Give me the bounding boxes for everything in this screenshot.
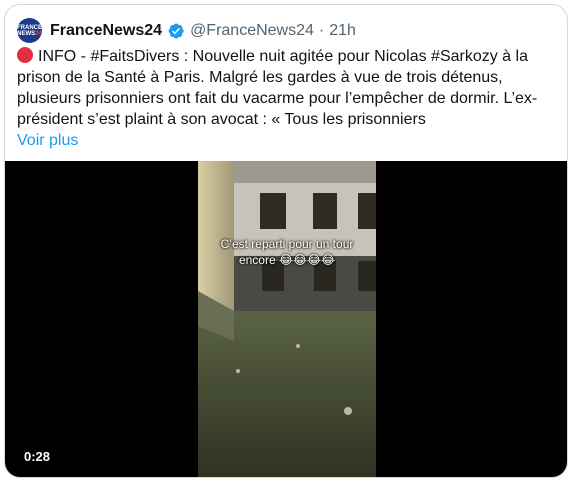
tweet-timestamp[interactable]: 21h bbox=[329, 21, 356, 41]
tweet-body: INFO - #FaitsDivers : Nouvelle nuit agit… bbox=[17, 48, 538, 128]
video-caption-line-1: C’est reparti pour un tour bbox=[220, 237, 354, 251]
video-frame[interactable]: C’est reparti pour un tour encore 😂😂😂😂 bbox=[198, 161, 376, 477]
avatar-text-bottom: NEWS24 bbox=[17, 30, 42, 37]
video-caption-line-2: encore 😂😂😂😂 bbox=[238, 253, 336, 267]
video-thumbnail bbox=[198, 161, 376, 477]
separator-dot: · bbox=[318, 21, 325, 39]
video-duration: 0:28 bbox=[24, 449, 51, 464]
author-handle[interactable]: @FranceNews24 bbox=[190, 21, 314, 41]
video-caption: C’est reparti pour un tour encore 😂😂😂😂 bbox=[198, 236, 376, 268]
video-player[interactable]: C’est reparti pour un tour encore 😂😂😂😂 0… bbox=[5, 161, 567, 477]
verified-badge-icon bbox=[168, 22, 184, 38]
tweet-text: INFO - #FaitsDivers : Nouvelle nuit agit… bbox=[17, 46, 557, 130]
show-more-link[interactable]: Voir plus bbox=[17, 130, 78, 151]
red-circle-emoji bbox=[17, 47, 33, 63]
avatar[interactable]: FRANCE NEWS24 bbox=[17, 18, 42, 43]
author-name[interactable]: FranceNews24 bbox=[50, 21, 162, 41]
tweet-card[interactable]: FRANCE NEWS24 FranceNews24 @FranceNews24… bbox=[4, 4, 568, 478]
tweet-header: FRANCE NEWS24 FranceNews24 @FranceNews24… bbox=[17, 18, 356, 43]
